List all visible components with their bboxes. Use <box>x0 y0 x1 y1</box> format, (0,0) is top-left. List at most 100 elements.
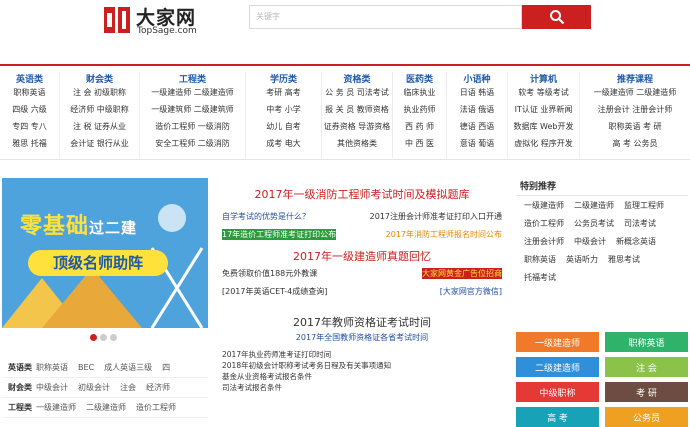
left-link-item[interactable]: 经济师 <box>146 382 170 393</box>
nav-column-title[interactable]: 英语类 <box>0 72 59 87</box>
recommend-link[interactable]: 监理工程师 <box>624 200 664 218</box>
recommend-link[interactable]: 英语听力 <box>566 254 598 272</box>
nav-link-row[interactable]: 四级 六级 <box>0 104 59 121</box>
news-headline[interactable]: 2017年一级建造师真题回忆 <box>222 248 502 264</box>
nav-link-row[interactable]: IT认证 业界新闻 <box>508 104 579 121</box>
left-link-item[interactable]: 造价工程师 <box>136 402 176 413</box>
carousel-dot[interactable] <box>100 334 107 341</box>
nav-column-title[interactable]: 小语种 <box>447 72 507 87</box>
nav-link-row[interactable]: 安全工程师 二级消防 <box>140 138 245 155</box>
left-link-item[interactable]: BEC <box>78 363 94 372</box>
nav-link-row[interactable]: 意语 葡语 <box>447 138 507 155</box>
nav-link-row[interactable]: 注 会 初级职称 <box>60 87 139 104</box>
nav-link-row[interactable]: 西 药 师 <box>393 121 446 138</box>
left-link-item[interactable]: 职称英语 <box>36 362 68 373</box>
recommend-link[interactable]: 司法考试 <box>624 218 656 236</box>
nav-link-row[interactable]: 软考 等级考试 <box>508 87 579 104</box>
quick-link-button[interactable]: 二级建造师 <box>516 357 599 377</box>
left-link-item[interactable]: 注会 <box>120 382 136 393</box>
nav-column-title[interactable]: 资格类 <box>322 72 392 87</box>
nav-link-row[interactable]: 职称英语 <box>0 87 59 104</box>
recommend-link[interactable]: 职称英语 <box>524 254 556 272</box>
logo-domain[interactable]: TopSage.com <box>137 26 197 36</box>
search-input[interactable]: 关键字 <box>249 5 522 29</box>
nav-column-title[interactable]: 计算机 <box>508 72 579 87</box>
nav-link-row[interactable]: 高 考 公务员 <box>580 138 690 155</box>
nav-link-row[interactable]: 专四 专八 <box>0 121 59 138</box>
nav-link-row[interactable]: 幼儿 自考 <box>246 121 321 138</box>
nav-link-row[interactable]: 经济师 中级职称 <box>60 104 139 121</box>
nav-link-row[interactable]: 注册会计 注册会计师 <box>580 104 690 121</box>
recommend-link[interactable]: 新概念英语 <box>616 236 656 254</box>
recommend-link[interactable]: 注册会计师 <box>524 236 564 254</box>
recommend-link[interactable]: 公务员考试 <box>574 218 614 236</box>
nav-link-row[interactable]: 中 西 医 <box>393 138 446 155</box>
nav-column-title[interactable]: 推荐课程 <box>580 72 690 87</box>
carousel-dot[interactable] <box>90 334 97 341</box>
nav-link-row[interactable]: 其他资格类 <box>322 138 392 155</box>
news-link[interactable]: 免费领取价值188元外教课 <box>222 268 317 279</box>
news-list-item[interactable]: 基金从业资格考试报名条件 <box>222 371 502 382</box>
left-link-category[interactable]: 英语类 <box>2 362 36 373</box>
news-link-highlight[interactable]: 17年造价工程师准考证打印公布 <box>222 228 337 240</box>
nav-link-row[interactable]: 临床执业 <box>393 87 446 104</box>
news-list-item[interactable]: 2018年初级会计职称考试考务日程及有关事项通知 <box>222 360 502 371</box>
nav-link-row[interactable]: 日语 韩语 <box>447 87 507 104</box>
recommend-link[interactable]: 二级建造师 <box>574 200 614 218</box>
news-link[interactable]: [2017年英语CET-4成绩查询] <box>222 286 327 297</box>
quick-link-button[interactable]: 高 考 <box>516 407 599 427</box>
news-link[interactable]: 自学考试的优势是什么？ <box>222 211 310 222</box>
nav-link-row[interactable]: 注 税 证券从业 <box>60 121 139 138</box>
nav-link-row[interactable]: 中考 小学 <box>246 104 321 121</box>
carousel-dot[interactable] <box>110 334 117 341</box>
nav-link-row[interactable]: 公 务 员 司法考试 <box>322 87 392 104</box>
news-subhead[interactable]: 2017年全国教师资格证各省考试时间 <box>222 332 502 343</box>
news-headline[interactable]: 2017年教师资格证考试时间 <box>222 314 502 330</box>
nav-link-row[interactable]: 执业药师 <box>393 104 446 121</box>
quick-link-button[interactable]: 中级职称 <box>516 382 599 402</box>
recommend-link[interactable]: 造价工程师 <box>524 218 564 236</box>
logo-icon[interactable] <box>102 5 132 35</box>
recommend-link[interactable]: 托福考试 <box>524 272 556 290</box>
quick-link-button[interactable]: 一级建造师 <box>516 332 599 352</box>
nav-link-row[interactable]: 一级建造师 二级建造师 <box>140 87 245 104</box>
nav-link-row[interactable]: 造价工程师 一级消防 <box>140 121 245 138</box>
nav-column-title[interactable]: 工程类 <box>140 72 245 87</box>
recommend-link[interactable]: 雅思考试 <box>608 254 640 272</box>
nav-link-row[interactable]: 一级建筑师 二级建筑师 <box>140 104 245 121</box>
news-link[interactable]: 2017注册会计师准考证打印入口开通 <box>370 211 502 222</box>
nav-column-title[interactable]: 财会类 <box>60 72 139 87</box>
news-list-item[interactable]: 2017年执业药师准考证打印时间 <box>222 349 502 360</box>
news-headline[interactable]: 2017年一级消防工程师考试时间及模拟题库 <box>222 186 502 202</box>
quick-link-button[interactable]: 职称英语 <box>605 332 688 352</box>
news-list-item[interactable]: 司法考试报名条件 <box>222 382 502 393</box>
left-link-category[interactable]: 工程类 <box>2 402 36 413</box>
nav-link-row[interactable]: 证券资格 导游资格 <box>322 121 392 138</box>
nav-link-row[interactable]: 成考 电大 <box>246 138 321 155</box>
nav-link-row[interactable]: 法语 俄语 <box>447 104 507 121</box>
nav-link-row[interactable]: 德语 西语 <box>447 121 507 138</box>
wechat-link[interactable]: [大家网官方微信] <box>440 286 502 297</box>
nav-column-title[interactable]: 学历类 <box>246 72 321 87</box>
left-link-item[interactable]: 四 <box>162 362 170 373</box>
nav-link-row[interactable]: 雅思 托福 <box>0 138 59 155</box>
nav-link-row[interactable]: 报 关 员 教师资格 <box>322 104 392 121</box>
recommend-link[interactable]: 中级会计 <box>574 236 606 254</box>
news-link[interactable]: 2017年消防工程师报名时间公布 <box>386 229 502 240</box>
left-link-category[interactable]: 财会类 <box>2 382 36 393</box>
nav-column-title[interactable]: 医药类 <box>393 72 446 87</box>
left-link-item[interactable]: 中级会计 <box>36 382 68 393</box>
nav-link-row[interactable]: 数据库 Web开发 <box>508 121 579 138</box>
quick-link-button[interactable]: 公务员 <box>605 407 688 427</box>
left-link-item[interactable]: 成人英语三级 <box>104 362 152 373</box>
nav-link-row[interactable]: 考研 高考 <box>246 87 321 104</box>
left-link-item[interactable]: 一级建造师 <box>36 402 76 413</box>
nav-link-row[interactable]: 会计证 银行从业 <box>60 138 139 155</box>
promo-banner[interactable]: 零基础过二建 顶级名师助阵 <box>2 178 208 328</box>
quick-link-button[interactable]: 注 会 <box>605 357 688 377</box>
quick-link-button[interactable]: 考 研 <box>605 382 688 402</box>
left-link-item[interactable]: 二级建造师 <box>86 402 126 413</box>
carousel-dots[interactable] <box>90 334 130 342</box>
left-link-item[interactable]: 初级会计 <box>78 382 110 393</box>
ad-slot-link[interactable]: 大家网黄金广告位招商 <box>422 267 502 279</box>
